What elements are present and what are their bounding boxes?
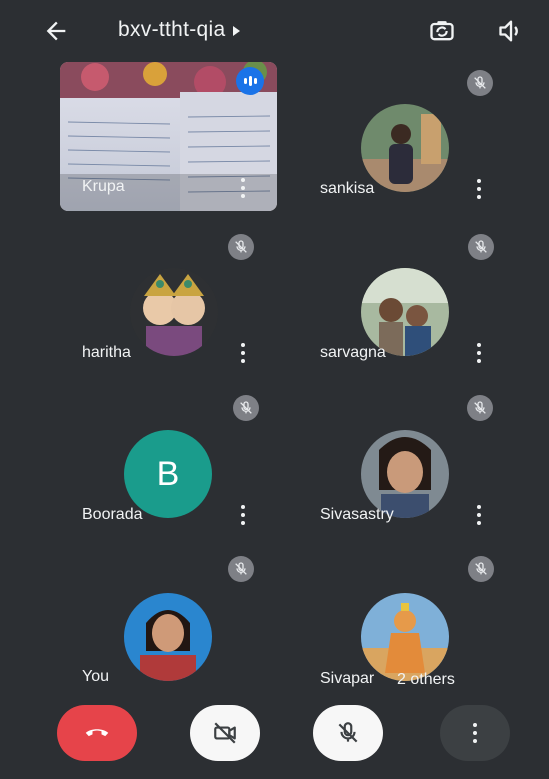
participant-tile-krupa[interactable]: Krupa (60, 62, 277, 211)
participant-name: sarvagna (320, 344, 386, 361)
participant-name: haritha (82, 344, 131, 361)
more-options-icon[interactable] (476, 343, 482, 363)
mic-off-icon (228, 556, 254, 582)
mic-off-icon (468, 556, 494, 582)
participant-tile-others[interactable]: Sivapar 2 others (295, 553, 513, 703)
participant-grid: Krupa sankisa haritha sarvagna B Boorada… (0, 0, 549, 779)
more-options-icon[interactable] (240, 178, 246, 198)
end-call-button[interactable] (57, 705, 137, 761)
phone-hangup-icon (85, 729, 109, 737)
participant-name: Krupa (82, 178, 125, 195)
more-vertical-icon (472, 723, 478, 743)
more-options-icon[interactable] (476, 179, 482, 199)
mic-off-icon (468, 234, 494, 260)
camera-toggle-button[interactable] (190, 705, 260, 761)
more-options-icon[interactable] (240, 505, 246, 525)
participant-tile-haritha[interactable]: haritha (60, 228, 278, 378)
participant-tile-sarvagna[interactable]: sarvagna (295, 228, 513, 378)
participant-name: Boorada (82, 506, 143, 523)
more-options-icon[interactable] (476, 505, 482, 525)
participant-tile-sankisa[interactable]: sankisa (295, 62, 513, 212)
mic-off-icon (338, 722, 358, 743)
mic-toggle-button[interactable] (313, 705, 383, 761)
mic-off-icon (228, 234, 254, 260)
avatar (130, 268, 218, 356)
camera-off-icon (214, 722, 236, 744)
participant-tile-boorada[interactable]: B Boorada (60, 390, 278, 540)
mic-off-icon (467, 395, 493, 421)
avatar (361, 104, 449, 192)
avatar (361, 593, 449, 681)
participant-name: Sivapar (320, 670, 375, 687)
more-options-icon[interactable] (240, 343, 246, 363)
participant-tile-sivasastry[interactable]: Sivasastry (295, 390, 513, 540)
avatar (124, 593, 212, 681)
avatar (361, 430, 449, 518)
more-options-button[interactable] (440, 705, 510, 761)
others-count: 2 others (397, 671, 455, 688)
avatar: B (124, 430, 212, 518)
participant-name: You (82, 668, 109, 685)
participant-name: sankisa (320, 180, 375, 197)
mic-off-icon (233, 395, 259, 421)
participant-name: Sivasastry (320, 506, 394, 523)
avatar (361, 268, 449, 356)
avatar-letter: B (156, 454, 180, 493)
participant-tile-you[interactable]: You (60, 553, 278, 703)
mic-off-icon (467, 70, 493, 96)
speaking-indicator (236, 67, 264, 95)
